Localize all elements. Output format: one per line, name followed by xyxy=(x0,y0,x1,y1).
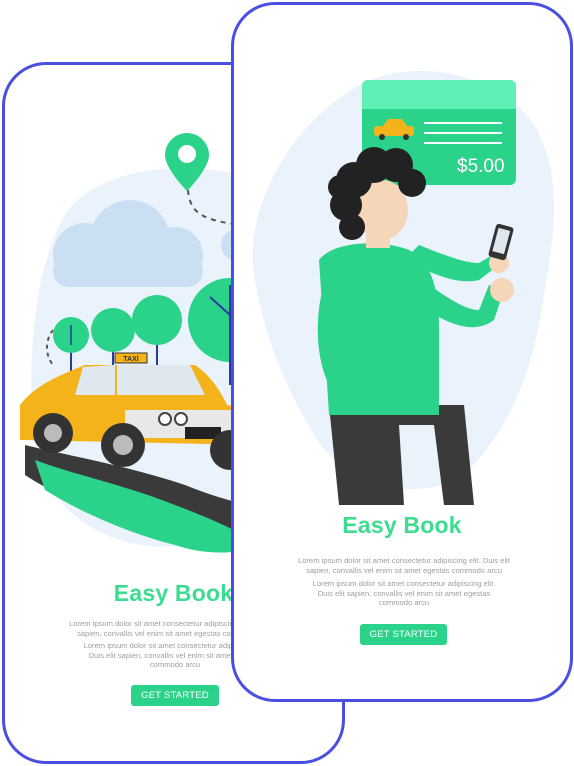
paragraph-line: commodo arcu xyxy=(378,598,430,607)
taxi-sign: TAXI xyxy=(123,356,138,363)
description-paragraph-2: Lorem ipsum dolor sit amet consectetur a… xyxy=(274,579,534,608)
onboarding-screen-front: $5.00 Easy Book Lorem ipsum dolor sit am… xyxy=(231,2,573,702)
get-started-button[interactable]: GET STARTED xyxy=(360,624,447,645)
fare-price: $5.00 xyxy=(457,156,505,177)
paragraph-line: Lorem ipsum dolor sit amet consectetur a… xyxy=(312,579,496,588)
booking-illustration xyxy=(252,71,554,505)
paragraph-line: sapien, convallis vel enim sit amet eges… xyxy=(306,565,502,575)
get-started-button[interactable]: GET STARTED xyxy=(131,685,219,706)
paragraph-line: Lorem ipsum dolor sit amet consectetur a… xyxy=(298,556,510,565)
screen-title: Easy Book xyxy=(342,512,462,538)
paragraph-line: Duis elit sapien, convallis vel enim sit… xyxy=(317,588,491,598)
description-paragraph-1: Lorem ipsum dolor sit amet consectetur a… xyxy=(274,556,534,575)
